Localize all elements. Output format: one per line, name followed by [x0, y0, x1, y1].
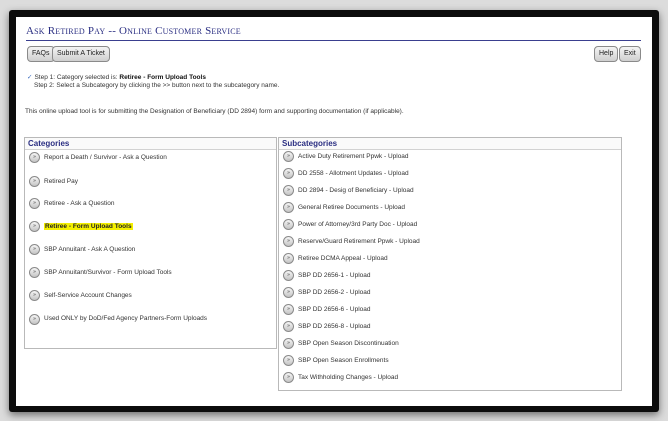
faqs-button[interactable]: FAQs	[27, 46, 55, 62]
submit-ticket-button[interactable]: Submit A Ticket	[52, 46, 110, 62]
app-window: Ask Retired Pay -- Online Customer Servi…	[16, 17, 652, 406]
double-chevron-right-icon[interactable]: »	[29, 313, 40, 325]
double-chevron-right-icon[interactable]: »	[283, 219, 294, 230]
double-chevron-right-icon[interactable]: »	[283, 338, 294, 349]
subcategories-header: Subcategories	[279, 138, 621, 150]
subcategory-item[interactable]: » Tax Withholding Changes - Upload	[283, 372, 398, 383]
subcategory-item[interactable]: » DD 2894 - Desig of Beneficiary - Upload	[283, 185, 414, 196]
step-instructions: ✓ Step 1: Category selected is: Retiree -…	[27, 74, 279, 90]
category-item[interactable]: » Retired Pay	[29, 176, 78, 187]
subcategory-item[interactable]: » General Retiree Documents - Upload	[283, 202, 405, 213]
double-chevron-right-icon[interactable]: »	[29, 152, 40, 163]
double-chevron-right-icon[interactable]: »	[29, 244, 40, 255]
double-chevron-right-icon[interactable]: »	[283, 372, 294, 383]
double-chevron-right-icon[interactable]: »	[29, 267, 40, 278]
category-item-label: Report a Death / Survivor - Ask a Questi…	[44, 154, 167, 161]
intro-text: This online upload tool is for submittin…	[25, 108, 404, 115]
subcategory-item-label: Active Duty Retirement Ppwk - Upload	[298, 153, 409, 160]
category-item-label: SBP Annuitant/Survivor - Form Upload Too…	[44, 269, 172, 276]
subcategory-item-label: SBP Open Season Discontinuation	[298, 340, 399, 347]
category-item-label: SBP Annuitant - Ask A Question	[44, 246, 136, 253]
double-chevron-right-icon[interactable]: »	[283, 270, 294, 281]
subcategory-item[interactable]: » Reserve/Guard Retirement Ppwk - Upload	[283, 236, 420, 247]
subcategories-panel: Subcategories » Active Duty Retirement Pp…	[278, 137, 622, 391]
category-item[interactable]: » Self-Service Account Changes	[29, 290, 132, 301]
category-item[interactable]: » Retiree - Ask a Question	[29, 198, 114, 209]
step-1-text: Step 1: Category selected is:	[34, 74, 118, 81]
subcategory-item-label: SBP DD 2656-8 - Upload	[298, 323, 371, 330]
subcategory-item-label: SBP DD 2656-1 - Upload	[298, 272, 371, 279]
subcategory-item-label: Reserve/Guard Retirement Ppwk - Upload	[298, 238, 420, 245]
double-chevron-right-icon[interactable]: »	[283, 236, 294, 247]
subcategory-item[interactable]: » SBP DD 2656-8 - Upload	[283, 321, 371, 332]
subcategory-item-label: General Retiree Documents - Upload	[298, 204, 405, 211]
subcategory-item-label: Power of Attorney/3rd Party Doc - Upload	[298, 221, 418, 228]
exit-button[interactable]: Exit	[619, 46, 641, 62]
category-item[interactable]: » Retiree - Form Upload Tools	[29, 221, 133, 232]
help-button[interactable]: Help	[594, 46, 619, 62]
double-chevron-right-icon[interactable]: »	[283, 304, 294, 315]
double-chevron-right-icon[interactable]: »	[283, 321, 294, 332]
step-1: ✓ Step 1: Category selected is: Retiree -…	[27, 74, 279, 82]
double-chevron-right-icon[interactable]: »	[283, 202, 294, 213]
subcategory-item[interactable]: » SBP DD 2656-6 - Upload	[283, 304, 371, 315]
step-2-text: Step 2: Select a Subcategory by clicking…	[34, 82, 280, 89]
category-item-label: Self-Service Account Changes	[44, 292, 132, 299]
category-item[interactable]: » Used ONLY by DoD/Fed Agency Partners-Fo…	[29, 313, 264, 326]
categories-header: Categories	[25, 138, 276, 150]
double-chevron-right-icon[interactable]: »	[283, 355, 294, 366]
category-item[interactable]: » SBP Annuitant - Ask A Question	[29, 244, 135, 255]
double-chevron-right-icon[interactable]: »	[29, 290, 40, 301]
step-1-selected-category: Retiree - Form Upload Tools	[119, 74, 206, 81]
categories-panel: Categories » Report a Death / Survivor - …	[24, 137, 277, 349]
subcategory-item[interactable]: » Power of Attorney/3rd Party Doc - Uploa…	[283, 219, 417, 230]
category-item-label: Retiree - Ask a Question	[44, 200, 115, 207]
subcategory-item-label: DD 2894 - Desig of Beneficiary - Upload	[298, 187, 414, 194]
subcategory-item-label: DD 2558 - Allotment Updates - Upload	[298, 170, 409, 177]
double-chevron-right-icon[interactable]: »	[29, 176, 40, 187]
category-item-label: Retired Pay	[44, 178, 78, 185]
double-chevron-right-icon[interactable]: »	[283, 185, 294, 196]
double-chevron-right-icon[interactable]: »	[283, 168, 294, 179]
category-item[interactable]: » Report a Death / Survivor - Ask a Quest…	[29, 152, 167, 163]
page-title: Ask Retired Pay -- Online Customer Servi…	[26, 25, 241, 37]
double-chevron-right-icon[interactable]: »	[29, 221, 40, 232]
subcategory-item[interactable]: » Active Duty Retirement Ppwk - Upload	[283, 151, 409, 162]
category-item-label: Retiree - Form Upload Tools	[44, 223, 133, 230]
title-divider	[26, 40, 641, 41]
subcategory-item-label: SBP DD 2656-6 - Upload	[298, 306, 371, 313]
subcategory-item[interactable]: » SBP Open Season Discontinuation	[283, 338, 399, 349]
subcategory-item-label: Retiree DCMA Appeal - Upload	[298, 255, 388, 262]
subcategory-item[interactable]: » DD 2558 - Allotment Updates - Upload	[283, 168, 409, 179]
check-icon: ✓	[27, 74, 33, 81]
category-item[interactable]: » SBP Annuitant/Survivor - Form Upload To…	[29, 267, 172, 278]
subcategory-item[interactable]: » SBP DD 2656-2 - Upload	[283, 287, 371, 298]
subcategory-item-label: SBP DD 2656-2 - Upload	[298, 289, 371, 296]
double-chevron-right-icon[interactable]: »	[29, 198, 40, 209]
category-item-label: Used ONLY by DoD/Fed Agency Partners-For…	[44, 315, 208, 322]
subcategory-item[interactable]: » SBP DD 2656-1 - Upload	[283, 270, 371, 281]
subcategory-item-label: Tax Withholding Changes - Upload	[298, 374, 399, 381]
double-chevron-right-icon[interactable]: »	[283, 253, 294, 264]
subcategory-item-label: SBP Open Season Enrollments	[298, 357, 389, 364]
subcategory-item[interactable]: » SBP Open Season Enrollments	[283, 355, 389, 366]
subcategory-item[interactable]: » Retiree DCMA Appeal - Upload	[283, 253, 388, 264]
double-chevron-right-icon[interactable]: »	[283, 287, 294, 298]
double-chevron-right-icon[interactable]: »	[283, 151, 294, 162]
